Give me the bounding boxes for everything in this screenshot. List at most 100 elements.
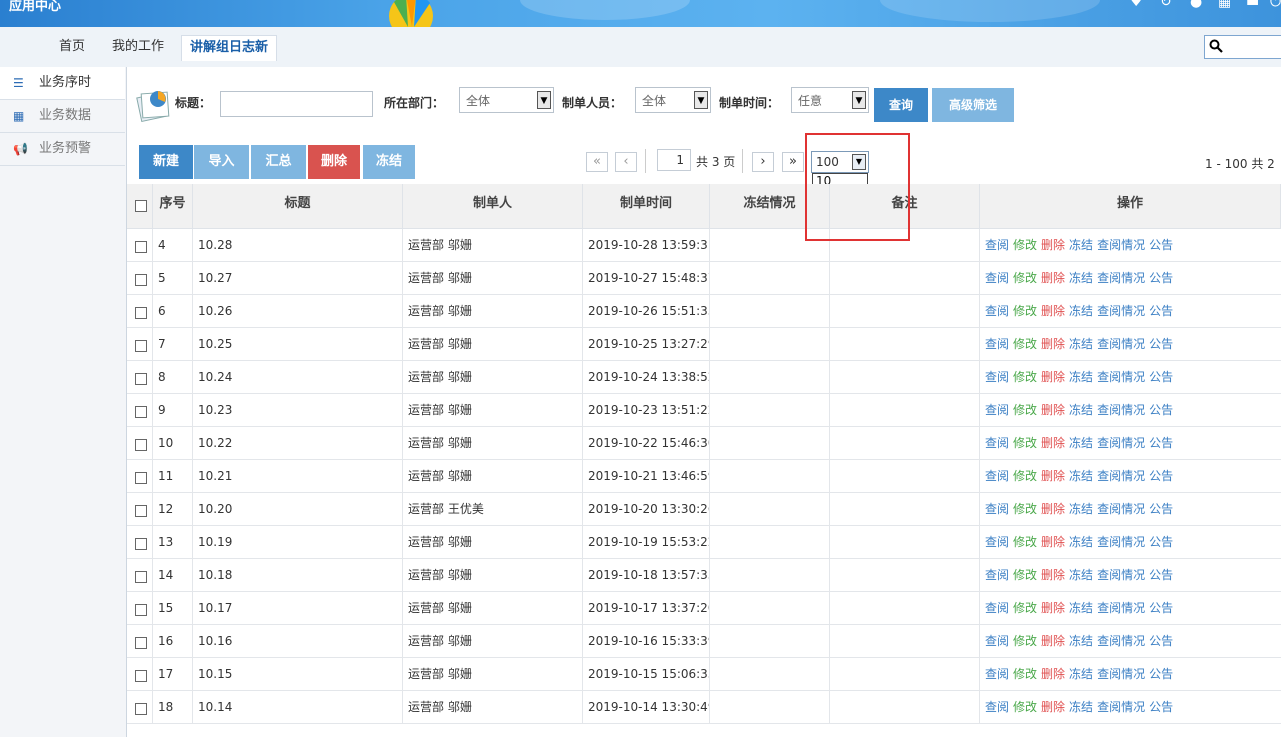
advanced-filter-button[interactable]: 高级筛选 [932, 88, 1014, 122]
table-row[interactable]: 13 10.19 运营部 邬姗 2019-10-19 15:53:22 查阅 修改 删除 冻结… [127, 526, 1281, 559]
title-field[interactable] [220, 91, 373, 117]
view-link[interactable]: 查阅 [985, 667, 1009, 681]
view-link[interactable]: 查阅 [985, 238, 1009, 252]
row-checkbox[interactable] [135, 406, 147, 418]
notice-link[interactable]: 公告 [1149, 568, 1173, 582]
prev-page-icon[interactable]: ‹ [615, 152, 637, 172]
delete-link[interactable]: 删除 [1041, 568, 1065, 582]
notice-link[interactable]: 公告 [1149, 436, 1173, 450]
row-checkbox[interactable] [135, 373, 147, 385]
notice-link[interactable]: 公告 [1149, 601, 1173, 615]
delete-link[interactable]: 删除 [1041, 469, 1065, 483]
notice-link[interactable]: 公告 [1149, 700, 1173, 714]
view-link[interactable]: 查阅 [985, 304, 1009, 318]
select-all-checkbox[interactable] [135, 200, 147, 212]
table-row[interactable]: 7 10.25 运营部 邬姗 2019-10-25 13:27:29 查阅 修改 删除 冻结查… [127, 328, 1281, 361]
sidebar-item-warning[interactable]: 📢 业务预警 [0, 133, 125, 166]
sidebar-item-data[interactable]: ▦ 业务数据 [0, 100, 125, 133]
edit-link[interactable]: 修改 [1013, 667, 1037, 681]
freeze-link[interactable]: 冻结 [1069, 667, 1093, 681]
minimize-icon[interactable]: ▬ [1246, 0, 1259, 10]
notice-link[interactable]: 公告 [1149, 304, 1173, 318]
delete-link[interactable]: 删除 [1041, 238, 1065, 252]
query-button[interactable]: 查询 [874, 88, 928, 122]
cell-title[interactable]: 10.21 [193, 460, 403, 492]
view-status-link[interactable]: 查阅情况 [1097, 700, 1145, 714]
tab-home[interactable]: 首页 [59, 37, 85, 65]
edit-link[interactable]: 修改 [1013, 271, 1037, 285]
new-button[interactable]: 新建 [139, 145, 193, 179]
import-button[interactable]: 导入 [194, 145, 249, 179]
delete-link[interactable]: 删除 [1041, 436, 1065, 450]
delete-link[interactable]: 删除 [1041, 304, 1065, 318]
notice-link[interactable]: 公告 [1149, 370, 1173, 384]
view-status-link[interactable]: 查阅情况 [1097, 370, 1145, 384]
delete-link[interactable]: 删除 [1041, 535, 1065, 549]
cell-title[interactable]: 10.27 [193, 262, 403, 294]
view-status-link[interactable]: 查阅情况 [1097, 271, 1145, 285]
delete-link[interactable]: 删除 [1041, 634, 1065, 648]
edit-link[interactable]: 修改 [1013, 502, 1037, 516]
row-checkbox[interactable] [135, 340, 147, 352]
cell-title[interactable]: 10.15 [193, 658, 403, 690]
view-link[interactable]: 查阅 [985, 271, 1009, 285]
delete-link[interactable]: 删除 [1041, 403, 1065, 417]
row-checkbox[interactable] [135, 571, 147, 583]
row-checkbox[interactable] [135, 307, 147, 319]
refresh-icon[interactable]: ↻ [1160, 0, 1172, 10]
tab-log[interactable]: 讲解组日志新 [181, 35, 278, 61]
view-link[interactable]: 查阅 [985, 436, 1009, 450]
cell-title[interactable]: 10.25 [193, 328, 403, 360]
cell-title[interactable]: 10.19 [193, 526, 403, 558]
cell-title[interactable]: 10.23 [193, 394, 403, 426]
freeze-link[interactable]: 冻结 [1069, 370, 1093, 384]
view-status-link[interactable]: 查阅情况 [1097, 238, 1145, 252]
col-header-maker[interactable]: 制单人 [403, 184, 583, 229]
row-checkbox[interactable] [135, 670, 147, 682]
edit-link[interactable]: 修改 [1013, 535, 1037, 549]
page-number-input[interactable]: 1 [657, 149, 691, 171]
view-link[interactable]: 查阅 [985, 502, 1009, 516]
row-checkbox[interactable] [135, 472, 147, 484]
next-page-icon[interactable]: › [752, 152, 774, 172]
freeze-link[interactable]: 冻结 [1069, 601, 1093, 615]
table-row[interactable]: 8 10.24 运营部 邬姗 2019-10-24 13:38:52 查阅 修改 删除 冻结查… [127, 361, 1281, 394]
view-status-link[interactable]: 查阅情况 [1097, 568, 1145, 582]
view-status-link[interactable]: 查阅情况 [1097, 403, 1145, 417]
summary-button[interactable]: 汇总 [251, 145, 306, 179]
view-link[interactable]: 查阅 [985, 634, 1009, 648]
last-page-icon[interactable]: » [782, 152, 804, 172]
row-checkbox[interactable] [135, 703, 147, 715]
row-checkbox[interactable] [135, 439, 147, 451]
col-header-no[interactable]: 序号 [153, 184, 193, 229]
cell-title[interactable]: 10.14 [193, 691, 403, 723]
notice-link[interactable]: 公告 [1149, 238, 1173, 252]
cell-title[interactable]: 10.28 [193, 229, 403, 261]
freeze-link[interactable]: 冻结 [1069, 535, 1093, 549]
first-page-icon[interactable]: « [586, 152, 608, 172]
user-icon[interactable]: ● [1190, 0, 1202, 10]
edit-link[interactable]: 修改 [1013, 304, 1037, 318]
table-row[interactable]: 9 10.23 运营部 邬姗 2019-10-23 13:51:22 查阅 修改 删除 冻结查… [127, 394, 1281, 427]
view-link[interactable]: 查阅 [985, 370, 1009, 384]
edit-link[interactable]: 修改 [1013, 238, 1037, 252]
edit-link[interactable]: 修改 [1013, 568, 1037, 582]
view-link[interactable]: 查阅 [985, 535, 1009, 549]
edit-link[interactable]: 修改 [1013, 634, 1037, 648]
tab-my-work[interactable]: 我的工作 [112, 37, 164, 65]
grid-icon[interactable]: ▦ [1218, 0, 1231, 10]
delete-link[interactable]: 删除 [1041, 667, 1065, 681]
row-checkbox[interactable] [135, 505, 147, 517]
cell-title[interactable]: 10.20 [193, 493, 403, 525]
row-checkbox[interactable] [135, 274, 147, 286]
table-row[interactable]: 17 10.15 运营部 邬姗 2019-10-15 15:06:33 查阅 修改 删除 冻结… [127, 658, 1281, 691]
freeze-link[interactable]: 冻结 [1069, 403, 1093, 417]
edit-link[interactable]: 修改 [1013, 403, 1037, 417]
delete-link[interactable]: 删除 [1041, 370, 1065, 384]
dept-select[interactable]: 全体 ▼ [459, 87, 554, 113]
row-checkbox[interactable] [135, 241, 147, 253]
edit-link[interactable]: 修改 [1013, 700, 1037, 714]
edit-link[interactable]: 修改 [1013, 337, 1037, 351]
delete-link[interactable]: 删除 [1041, 337, 1065, 351]
freeze-link[interactable]: 冻结 [1069, 271, 1093, 285]
